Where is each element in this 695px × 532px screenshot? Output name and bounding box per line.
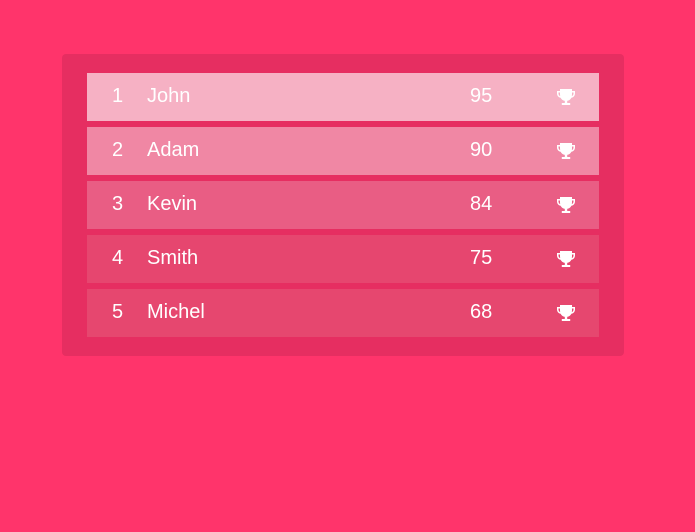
player-score: 68: [470, 301, 493, 323]
trophy-icon: [556, 303, 576, 323]
player-score: 95: [470, 85, 493, 107]
rank-number: 3: [112, 193, 124, 215]
player-name: Kevin: [147, 193, 198, 215]
rank-number: 4: [112, 247, 124, 269]
trophy-icon: [556, 87, 576, 107]
player-name: Michel: [147, 301, 205, 323]
rank-number: 5: [112, 301, 124, 323]
leaderboard-row[interactable]: 3 Kevin 84: [87, 181, 599, 229]
leaderboard-row[interactable]: 4 Smith 75: [87, 235, 599, 283]
leaderboard-row[interactable]: 5 Michel 68: [87, 289, 599, 337]
player-name: Adam: [147, 139, 200, 161]
leaderboard-row[interactable]: 1 John 95: [87, 73, 599, 121]
trophy-icon: [556, 249, 576, 269]
rank-number: 1: [112, 85, 124, 107]
player-score: 90: [470, 139, 493, 161]
player-name: John: [147, 85, 191, 107]
rank-number: 2: [112, 139, 124, 161]
player-name: Smith: [147, 247, 199, 269]
trophy-icon: [556, 195, 576, 215]
trophy-icon: [556, 141, 576, 161]
leaderboard-panel: 1 John 95 2 Adam 90 3 Kevin 84 4 Smith 7…: [62, 54, 624, 356]
leaderboard-row[interactable]: 2 Adam 90: [87, 127, 599, 175]
player-score: 75: [470, 247, 493, 269]
player-score: 84: [470, 193, 493, 215]
